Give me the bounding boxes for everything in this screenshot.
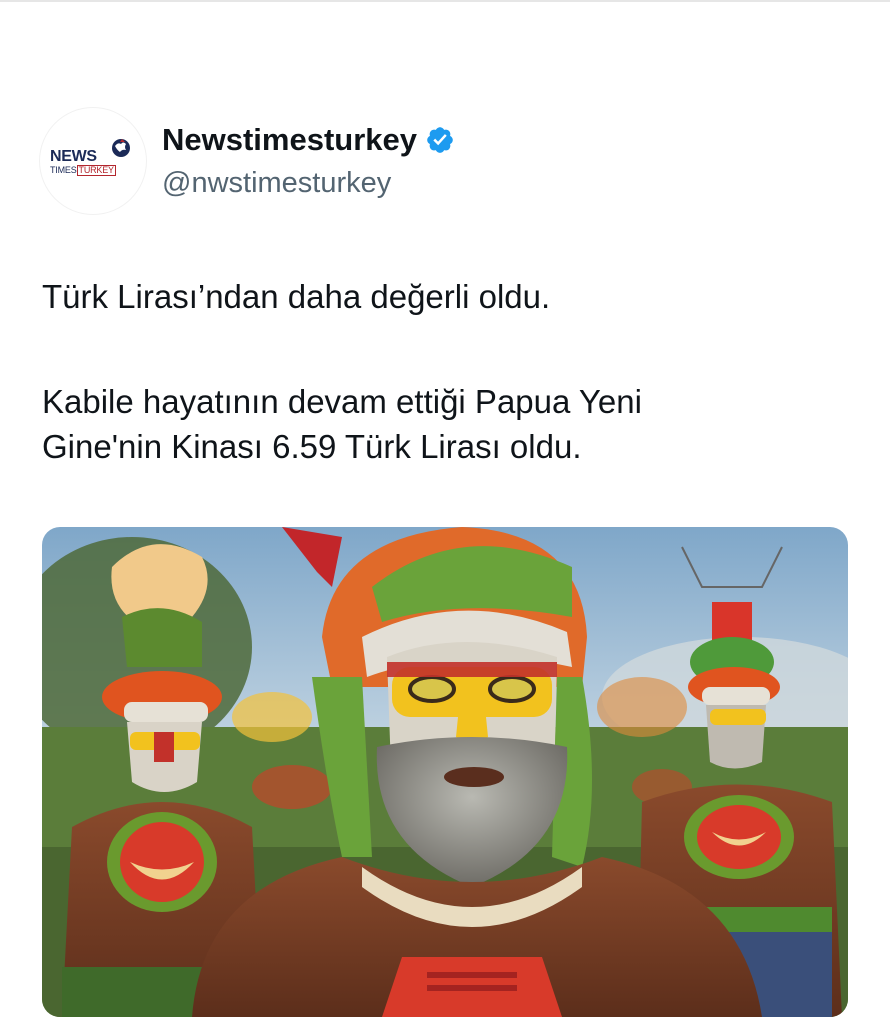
display-name-text: Newstimesturkey [162, 122, 418, 157]
globe-icon [112, 139, 130, 157]
tweet-text-line-3: Gine'nin Kinası 6.59 Türk Lirası oldu. [42, 428, 582, 465]
account-handle[interactable]: @nwstimesturkey [162, 167, 391, 200]
tribal-festival-photo [42, 527, 848, 1017]
avatar[interactable]: NEWS TIMES TURKEY [40, 108, 146, 214]
avatar-logo-word: NEWS [50, 148, 97, 165]
tweet-text-line-2: Kabile hayatının devam ettiği Papua Yeni [42, 383, 642, 420]
tweet-photo[interactable] [42, 527, 848, 1017]
display-name[interactable]: Newstimesturkey [162, 122, 455, 158]
tweet-card: NEWS TIMES TURKEY Newstimesturkey @nwstim… [0, 0, 890, 1024]
tweet-text-line-1: Türk Lirası’ndan daha değerli oldu. [42, 278, 551, 315]
verified-badge-icon [427, 127, 453, 153]
avatar-logo-subtitle: TIMES TURKEY [50, 165, 116, 176]
